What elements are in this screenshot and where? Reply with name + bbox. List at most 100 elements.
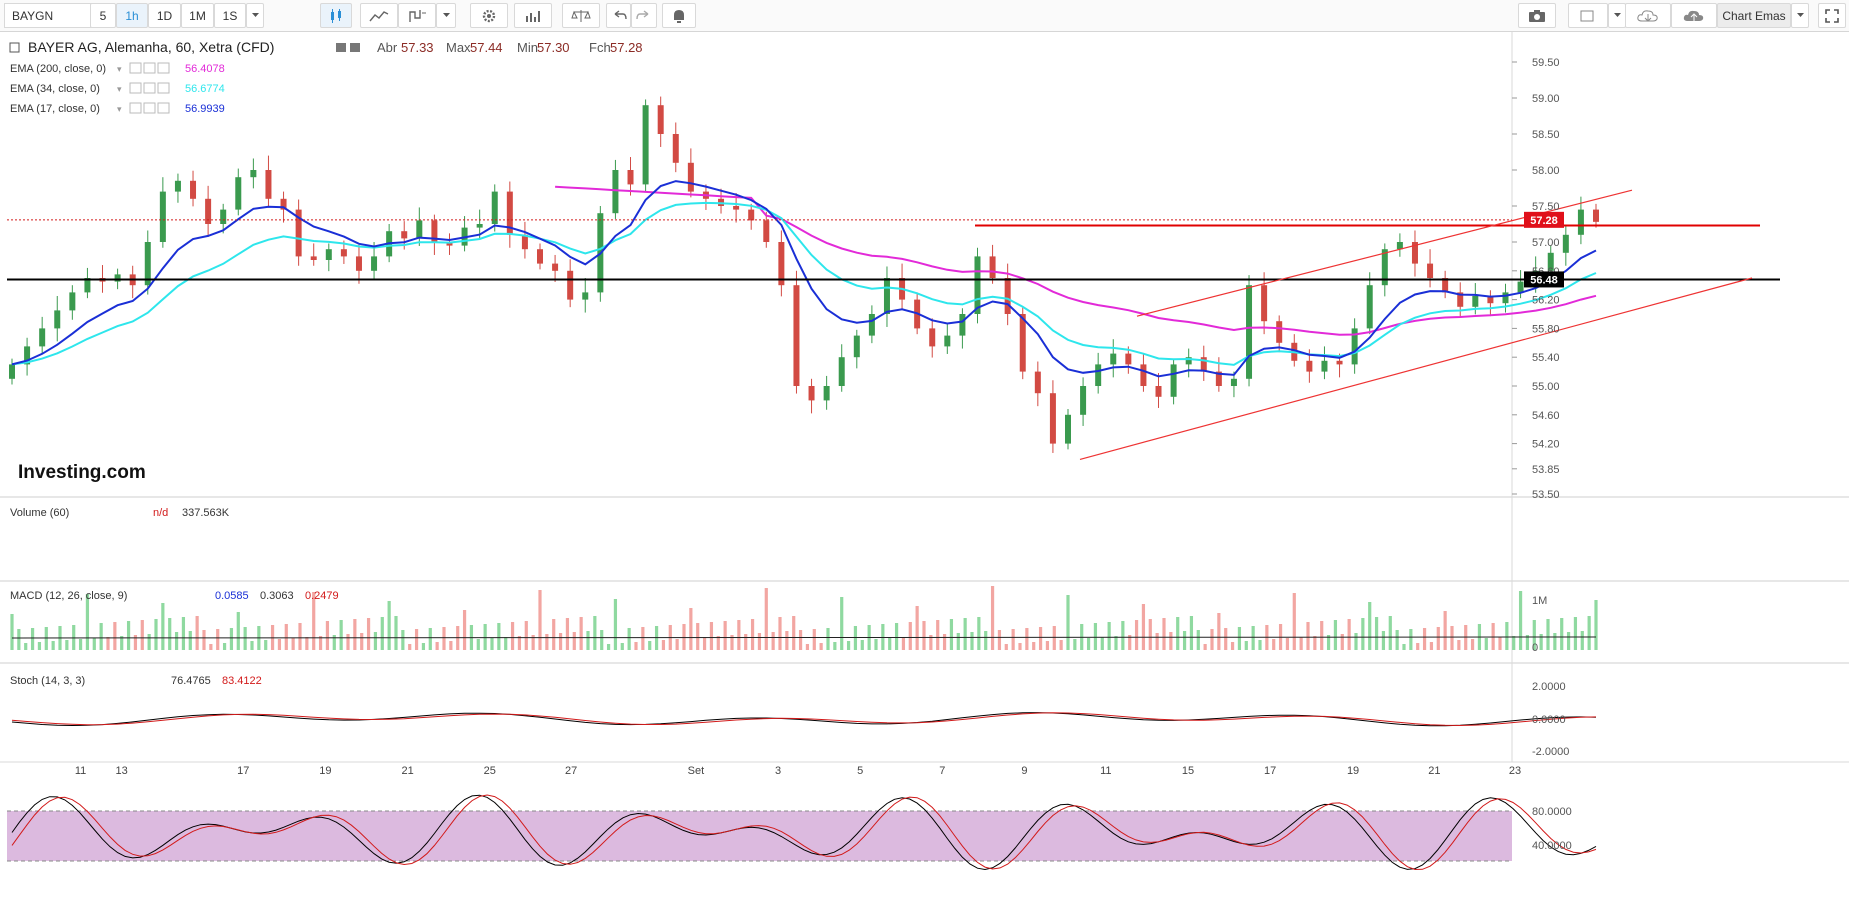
volume-bar bbox=[126, 621, 131, 650]
volume-bar bbox=[620, 643, 624, 650]
volume-bar bbox=[846, 641, 851, 650]
volume-bar bbox=[1217, 613, 1221, 650]
candle-body bbox=[1577, 209, 1584, 235]
indicator-value: 56.9939 bbox=[185, 103, 225, 115]
chart-name-dropdown[interactable] bbox=[1791, 3, 1809, 28]
volume-bar bbox=[586, 631, 590, 650]
cloud-upload-icon[interactable] bbox=[1671, 3, 1717, 28]
volume-bar bbox=[949, 619, 954, 650]
volume-bar bbox=[222, 643, 227, 650]
chart-color-icon[interactable] bbox=[1568, 3, 1608, 28]
candle-body bbox=[763, 220, 770, 242]
candle-body bbox=[1155, 386, 1162, 397]
volume-bar bbox=[216, 629, 220, 650]
volume-bar bbox=[85, 594, 90, 650]
candle-body bbox=[929, 328, 936, 347]
volume-bar bbox=[78, 639, 83, 650]
interval-1d[interactable]: 1D bbox=[148, 3, 181, 28]
candle-body bbox=[1034, 371, 1041, 394]
macd-tick-label: 2.0000 bbox=[1532, 681, 1566, 693]
indicators-dropdown[interactable] bbox=[436, 3, 456, 28]
scale-icon[interactable] bbox=[562, 3, 600, 28]
color-dropdown[interactable] bbox=[1608, 3, 1626, 28]
ema34-line bbox=[11, 201, 1597, 366]
interval-1h[interactable]: 1h bbox=[116, 3, 148, 28]
candle-body bbox=[793, 285, 800, 386]
fullscreen-icon[interactable] bbox=[1818, 3, 1846, 28]
candle-body bbox=[69, 292, 76, 311]
candle-body bbox=[371, 256, 378, 271]
volume-bar bbox=[1505, 622, 1509, 650]
candle-body bbox=[1261, 285, 1268, 322]
ohlc-text: Abr bbox=[377, 40, 398, 55]
compare-icon[interactable] bbox=[360, 3, 398, 28]
volume-bar bbox=[1354, 633, 1358, 650]
candles-icon[interactable] bbox=[320, 3, 352, 28]
volume-bar bbox=[1203, 644, 1207, 650]
chart-toolbar: 5 1h 1D 1M 1S Chart Emas bbox=[0, 0, 1849, 32]
alert-icon[interactable] bbox=[662, 3, 696, 28]
volume-bar bbox=[1416, 643, 1420, 650]
redo-icon[interactable] bbox=[631, 3, 657, 28]
macd-value: 0.2479 bbox=[305, 590, 339, 602]
volume-bar bbox=[414, 629, 419, 650]
volume-bar bbox=[428, 628, 432, 650]
volume-bar bbox=[1395, 630, 1399, 650]
interval-5[interactable]: 5 bbox=[90, 3, 116, 28]
volume-bar bbox=[298, 623, 302, 650]
volume-bar bbox=[1258, 640, 1262, 650]
volume-bar bbox=[99, 623, 103, 650]
price-tick-label: 55.80 bbox=[1532, 323, 1560, 335]
interval-dropdown[interactable] bbox=[246, 3, 264, 28]
volume-bar bbox=[1553, 633, 1557, 650]
current-price-label: 57.28 bbox=[1530, 215, 1558, 227]
cloud-download-icon[interactable] bbox=[1625, 3, 1671, 28]
indicator-label: EMA (200, close, 0) bbox=[10, 63, 106, 75]
volume-bar bbox=[1333, 620, 1338, 650]
settings-icon bbox=[336, 43, 346, 52]
indicator-value: 56.4078 bbox=[185, 63, 225, 75]
indicators-icon[interactable] bbox=[398, 3, 436, 28]
volume-bar bbox=[1100, 637, 1104, 650]
date-tick-label: 11 bbox=[1100, 765, 1111, 777]
volume-bar bbox=[1038, 627, 1043, 650]
volume-bar bbox=[538, 590, 542, 650]
volume-bar bbox=[785, 631, 789, 650]
interval-1s[interactable]: 1S bbox=[214, 3, 246, 28]
volume-bar bbox=[1512, 636, 1516, 650]
volume-bar bbox=[565, 618, 570, 650]
volume-bar bbox=[10, 614, 14, 650]
gear-icon[interactable] bbox=[470, 3, 508, 28]
candle-body bbox=[1517, 281, 1524, 293]
volume-bar bbox=[778, 617, 782, 650]
volume-bar bbox=[579, 617, 583, 650]
candle-body bbox=[1095, 364, 1102, 386]
symbol-search-input[interactable] bbox=[4, 3, 100, 28]
volume-bar bbox=[798, 630, 803, 650]
chart-area[interactable]: 59.5059.0058.5058.0057.5057.0056.6056.20… bbox=[0, 32, 1849, 900]
ohlc-text: 57.30 bbox=[537, 40, 570, 55]
volume-bar bbox=[380, 617, 384, 650]
volume-bar bbox=[360, 633, 364, 650]
interval-1m[interactable]: 1M bbox=[181, 3, 214, 28]
volume-bar bbox=[1018, 643, 1022, 650]
volume-bar bbox=[1539, 634, 1543, 650]
stoch-value: 83.4122 bbox=[222, 675, 262, 687]
volume-bar bbox=[113, 622, 117, 650]
volume-bar bbox=[1176, 617, 1180, 650]
candle-body bbox=[39, 328, 46, 347]
volume-bar bbox=[51, 641, 55, 650]
volume-bar bbox=[627, 628, 631, 650]
candle-body bbox=[552, 263, 559, 271]
chart-name-button[interactable]: Chart Emas bbox=[1717, 3, 1791, 28]
camera-icon[interactable] bbox=[1518, 3, 1556, 28]
candle-body bbox=[1170, 364, 1177, 397]
volume-bar bbox=[936, 620, 940, 650]
volume-bar bbox=[17, 629, 21, 650]
volume-bar bbox=[1347, 619, 1351, 650]
candle-body bbox=[310, 256, 317, 260]
date-tick-label: 21 bbox=[401, 765, 413, 777]
bars-icon[interactable] bbox=[514, 3, 552, 28]
undo-icon[interactable] bbox=[606, 3, 631, 28]
volume-bar bbox=[1546, 619, 1550, 650]
